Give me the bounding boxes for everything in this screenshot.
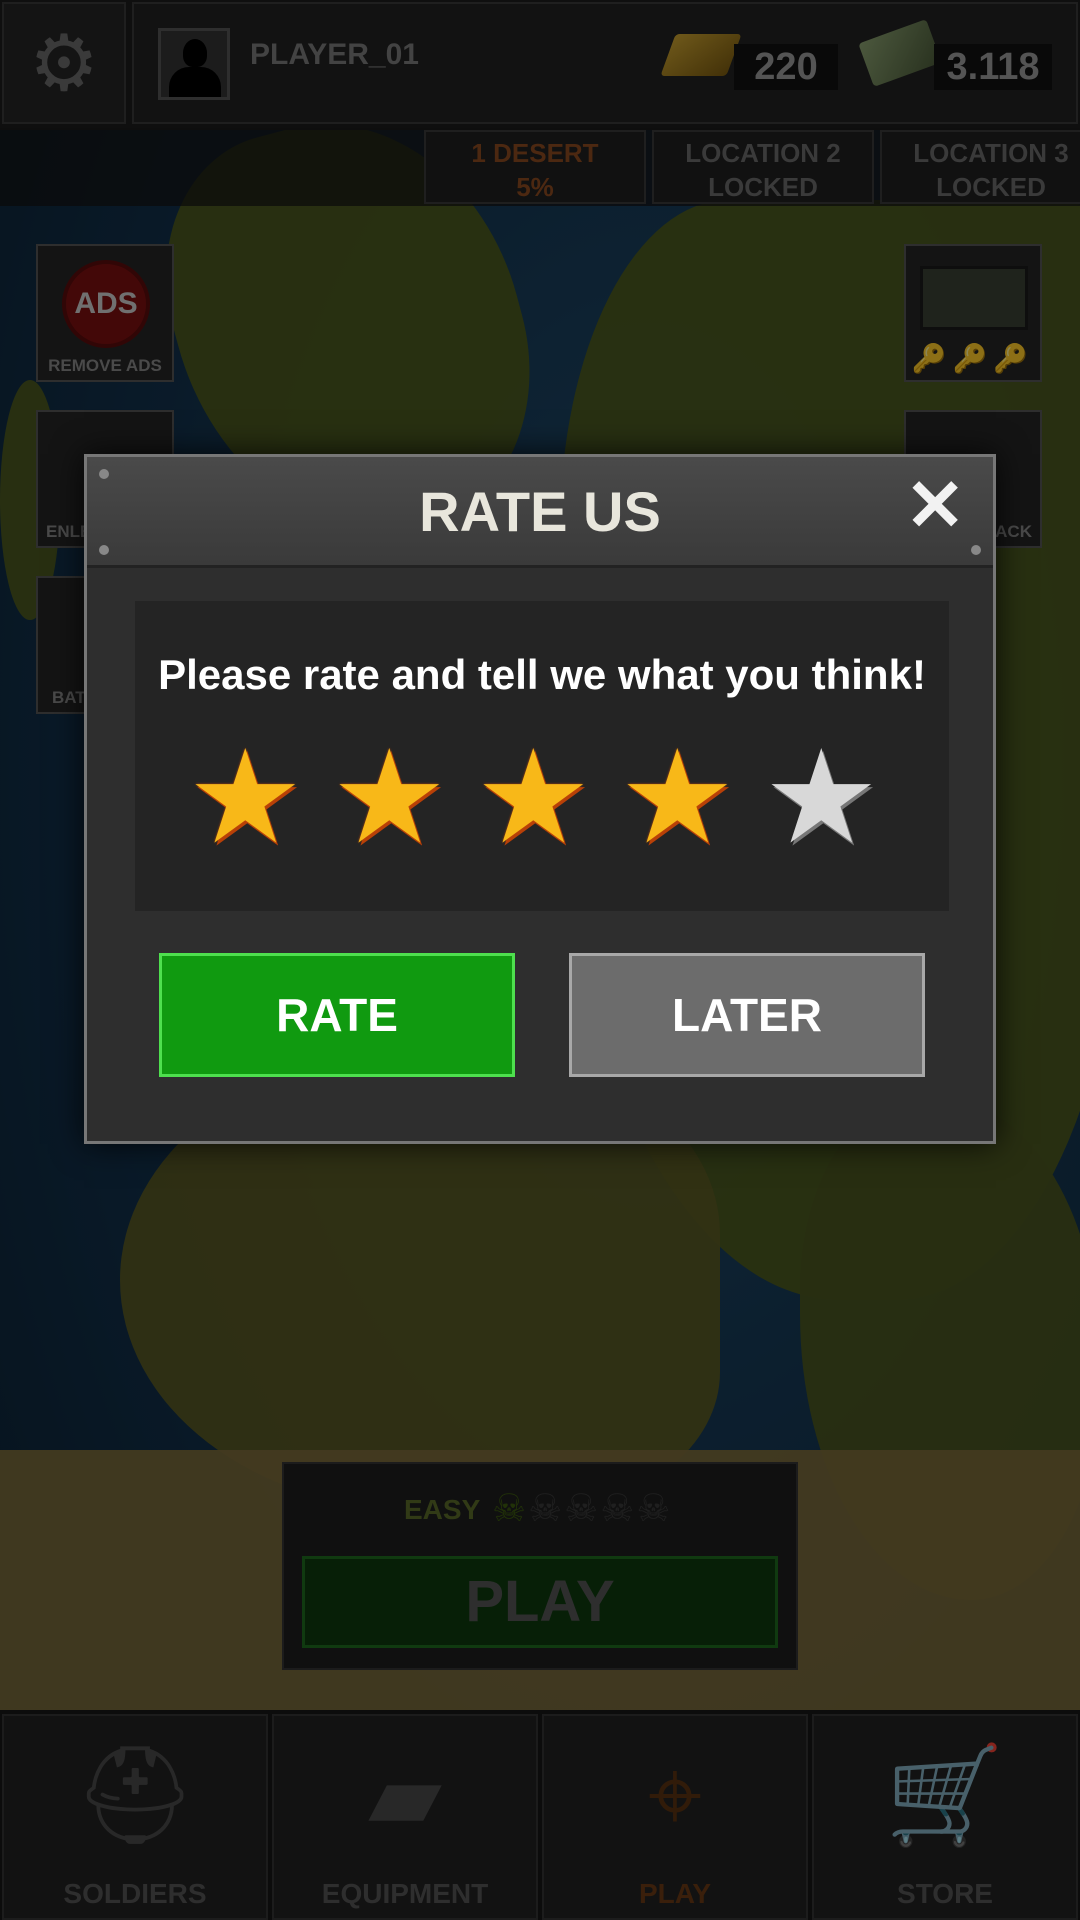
dialog-header: RATE US ✕ bbox=[87, 457, 993, 568]
rate-button[interactable]: RATE bbox=[159, 953, 515, 1077]
later-button[interactable]: LATER bbox=[569, 953, 925, 1077]
dialog-message: Please rate and tell we what you think! bbox=[158, 651, 926, 698]
star-icon[interactable]: ★ bbox=[475, 732, 592, 862]
dialog-title: RATE US bbox=[419, 480, 661, 543]
star-icon[interactable]: ★ bbox=[763, 732, 880, 862]
star-icon[interactable]: ★ bbox=[331, 732, 448, 862]
rate-dialog: RATE US ✕ Please rate and tell we what y… bbox=[84, 454, 996, 1144]
star-icon[interactable]: ★ bbox=[187, 732, 304, 862]
star-rating[interactable]: ★ ★ ★ ★ ★ bbox=[187, 732, 897, 862]
rivet bbox=[971, 545, 981, 555]
star-icon[interactable]: ★ bbox=[619, 732, 736, 862]
rivet bbox=[99, 469, 109, 479]
dialog-content: Please rate and tell we what you think! … bbox=[135, 601, 949, 911]
rivet bbox=[99, 545, 109, 555]
close-icon[interactable]: ✕ bbox=[905, 470, 965, 542]
